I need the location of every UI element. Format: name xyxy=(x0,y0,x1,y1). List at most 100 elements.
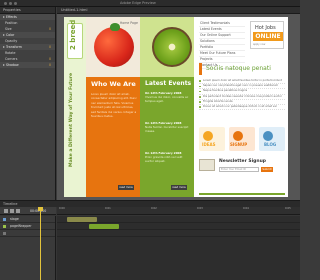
site-nav: Client Testimonials Latest Events Our On… xyxy=(199,21,245,69)
layer-color-swatch xyxy=(3,232,6,235)
expand-icon xyxy=(3,64,5,66)
expand-icon xyxy=(3,34,5,36)
brand-tagline: Make a Different Way of Your Future xyxy=(69,72,74,167)
hot-jobs-accent: ONLINE xyxy=(253,32,283,41)
layer-name: stage xyxy=(10,217,19,221)
tick-label: 0:03 xyxy=(197,207,203,210)
timeline-tracks[interactable] xyxy=(57,216,300,280)
zoom-icon[interactable] xyxy=(14,2,17,5)
properties-panel: Properties Effects Position Size 0 Color … xyxy=(0,7,56,200)
website-canvas[interactable]: 2 breed Make a Different Way of Your Fut… xyxy=(64,17,288,197)
section-heading: Sociis natoque penati xyxy=(206,65,271,72)
layer-name: pageWrapper xyxy=(10,224,32,228)
lightbulb-icon xyxy=(203,131,213,141)
feature-icons: IDEAS SIGNUP BLOG xyxy=(199,127,285,153)
play-icon[interactable] xyxy=(10,209,14,213)
events-column: Latest Events On 12th February 2008 Vivam… xyxy=(140,17,194,197)
expand-icon xyxy=(3,16,5,18)
tick-label: 0:00 xyxy=(59,207,65,210)
layer-color-swatch xyxy=(3,225,6,228)
property-label: Rotate xyxy=(5,51,16,55)
playhead[interactable] xyxy=(40,207,41,280)
title-bar: Adobe Edge Preview xyxy=(0,0,300,7)
tick-label: 0:04 xyxy=(243,207,249,210)
forward-icon[interactable] xyxy=(16,209,20,213)
track-row xyxy=(57,230,300,237)
leaf-image xyxy=(110,23,120,31)
event-item[interactable]: On 12th February 2008 Vivamus dui dolor, … xyxy=(145,91,191,103)
signup-tile[interactable]: SIGNUP xyxy=(229,127,255,151)
tick-label: 0:05 xyxy=(285,207,291,210)
bullet-item: Donec sit amet nunc pellentesque dictum … xyxy=(199,105,285,111)
layer-list: stage pageWrapper xyxy=(0,216,56,280)
chat-icon xyxy=(263,131,273,141)
newsletter-box: Newsletter Signup Enter Your Email ID Su… xyxy=(199,157,285,187)
brand-logo[interactable]: 2 breed xyxy=(67,19,83,59)
window-title: Adobe Edge Preview xyxy=(120,1,156,5)
property-section[interactable]: Shadow 0 xyxy=(0,62,55,68)
blog-label: BLOG xyxy=(264,142,277,147)
track-row xyxy=(57,216,300,223)
property-value[interactable]: 0 xyxy=(49,62,51,68)
animation-clip[interactable] xyxy=(67,217,97,222)
ideas-tile[interactable]: IDEAS xyxy=(199,127,225,151)
property-label: Corners xyxy=(5,57,18,61)
bullet-list: Lorem ipsum dolor sit amet faucibus tort… xyxy=(199,79,285,111)
about-text: Loren ipsum dolor sit amet, consectetur … xyxy=(91,92,137,119)
rewind-icon[interactable] xyxy=(4,209,8,213)
animation-clip[interactable] xyxy=(89,224,119,229)
property-label: Transform xyxy=(6,45,22,49)
property-label: Effects xyxy=(6,15,17,19)
newsletter-title: Newsletter Signup xyxy=(219,159,267,164)
track-row xyxy=(57,223,300,230)
app-window: Adobe Edge Preview Properties Effects Po… xyxy=(0,0,300,280)
timeline-panel: Timeline 00:00.000 0:00 0:01 0:02 0:03 0… xyxy=(0,200,300,280)
newsletter-submit-button[interactable]: Submit xyxy=(261,167,273,172)
events-title: Latest Events xyxy=(145,80,192,87)
kiwi-image xyxy=(152,27,192,67)
events-read-more-button[interactable]: read more xyxy=(171,185,187,190)
properties-header: Properties xyxy=(0,7,55,14)
content-column: Client Testimonials Latest Events Our On… xyxy=(194,17,288,197)
tomato-photo: Home Page xyxy=(86,17,140,77)
brand-column: 2 breed Make a Different Way of Your Fut… xyxy=(64,17,86,197)
event-item[interactable]: On 12th February 2008 Proin gravida nibh … xyxy=(145,151,191,163)
signup-label: SIGNUP xyxy=(230,142,248,147)
hot-jobs-heading: Hot Jobs xyxy=(255,25,276,31)
event-text: Nulla facilisi. Curabitur suscipit massa… xyxy=(145,125,189,133)
brand-name: 2 breed xyxy=(69,19,77,50)
about-read-more-button[interactable]: read more xyxy=(118,185,134,190)
property-label: Position xyxy=(5,21,18,25)
layer-row[interactable]: pageWrapper xyxy=(0,223,55,230)
close-icon[interactable] xyxy=(4,2,7,5)
tomato-image xyxy=(94,27,134,67)
layer-color-swatch xyxy=(3,218,6,221)
footer-bar xyxy=(199,193,285,195)
event-text: Proin gravida nibh vel velit auctor aliq… xyxy=(145,155,183,163)
newsletter-email-input[interactable]: Enter Your Email ID xyxy=(219,167,259,172)
about-title: Who We Are xyxy=(91,80,136,88)
hot-jobs-banner[interactable]: Hot Jobs ONLINE apply now xyxy=(250,21,284,49)
property-label: Opacity xyxy=(5,39,18,43)
property-label: Color xyxy=(6,33,15,37)
layer-row[interactable]: stage xyxy=(0,216,55,223)
blog-tile[interactable]: BLOG xyxy=(259,127,285,151)
layer-row[interactable] xyxy=(0,230,55,237)
event-text: Vivamus dui dolor, convallis ac tempus e… xyxy=(145,95,189,103)
minimize-icon[interactable] xyxy=(9,2,12,5)
section-heading-bar: Sociis natoque penati xyxy=(199,63,285,75)
expand-icon xyxy=(3,46,5,48)
about-column: Home Page Who We Are Loren ipsum dolor s… xyxy=(86,17,140,197)
timeline-ruler[interactable]: 0:00 0:01 0:02 0:03 0:04 0:05 xyxy=(57,207,300,215)
event-item[interactable]: On 12th February 2008 Nulla facilisi. Cur… xyxy=(145,121,191,133)
ideas-label: IDEAS xyxy=(202,142,216,147)
tick-label: 0:02 xyxy=(151,207,157,210)
timeline-controls: 00:00.000 xyxy=(0,207,56,215)
tick-label: 0:01 xyxy=(105,207,111,210)
stage-tab[interactable]: Untitled-1.html xyxy=(57,7,300,14)
pencil-icon xyxy=(233,131,243,141)
home-badge[interactable]: Home Page xyxy=(120,21,138,25)
property-label: Shadow xyxy=(6,63,19,67)
envelope-icon xyxy=(199,159,215,171)
kiwi-photo xyxy=(140,17,194,77)
